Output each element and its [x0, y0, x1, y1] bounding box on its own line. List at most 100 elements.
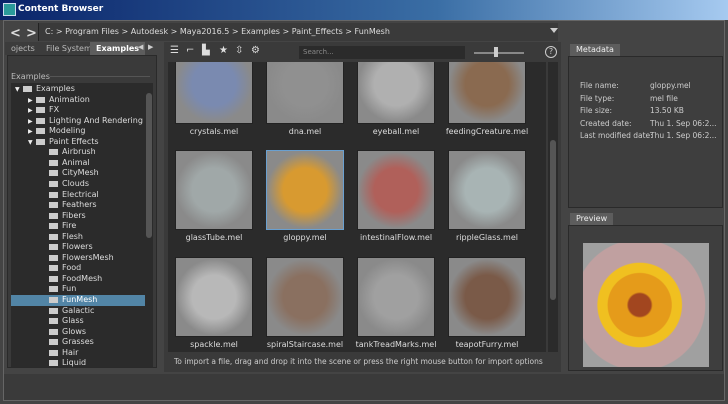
tree-item[interactable]: Liquid [11, 358, 145, 367]
tree-item[interactable]: Glows [11, 327, 145, 338]
file-item[interactable]: spiralStaircase.mel [261, 257, 349, 349]
tree-item[interactable]: ▶ Modeling [11, 126, 145, 137]
file-thumbnail[interactable] [448, 257, 526, 337]
tree-item[interactable]: Electrical [11, 190, 145, 201]
folder-icon [49, 328, 58, 335]
tab-projects[interactable]: ojects [5, 42, 41, 55]
tree-item[interactable]: Fibers [11, 211, 145, 222]
grid-scroll-thumb[interactable] [550, 140, 556, 300]
folder-icon [49, 149, 58, 156]
back-icon[interactable]: < [10, 26, 21, 41]
list-view-icon[interactable]: ☰ [170, 45, 179, 56]
file-item[interactable]: intestinalFlow.mel [352, 150, 440, 242]
file-name: intestinalFlow.mel [359, 233, 433, 242]
slider-handle[interactable] [494, 47, 498, 57]
metadata-value: gloppy.mel [650, 81, 691, 90]
window-title: Content Browser [18, 4, 104, 14]
tree-scroll-thumb[interactable] [146, 93, 152, 238]
breadcrumb[interactable]: C: > Program Files > Autodesk > Maya2016… [38, 23, 558, 41]
folder-icon [36, 107, 45, 114]
metadata-label: File type: [580, 93, 615, 103]
file-item[interactable]: glassTube.mel [170, 150, 258, 242]
file-thumbnail[interactable] [266, 257, 344, 337]
metadata-label: File name: [580, 81, 619, 90]
thumbnail-size-slider[interactable] [474, 52, 524, 54]
tree-item-label: Fibers [62, 210, 86, 220]
tree-item[interactable]: ▶ FX [11, 105, 145, 116]
file-item[interactable]: eyeball.mel [352, 62, 440, 136]
tree-item[interactable]: Feathers [11, 200, 145, 211]
file-thumbnail[interactable] [357, 150, 435, 230]
tree-item[interactable]: ▶ Lighting And Rendering [11, 116, 145, 127]
file-item[interactable]: spackle.mel [170, 257, 258, 349]
file-thumbnail[interactable] [448, 62, 526, 124]
tree-item[interactable]: CityMesh [11, 168, 145, 179]
tree-item[interactable]: Galactic [11, 306, 145, 317]
metadata-value: Thu 1. Sep 06:2... [650, 118, 717, 128]
folder-icon [49, 307, 58, 314]
tab-metadata[interactable]: Metadata [570, 44, 620, 56]
status-text: To import a file, drag and drop it into … [174, 357, 543, 366]
tree-item[interactable]: Glass [11, 316, 145, 327]
search-input[interactable]: Search... [299, 46, 465, 59]
metadata-value: mel file [650, 93, 678, 103]
tree-item[interactable]: Hair [11, 348, 145, 359]
tab-preview[interactable]: Preview [570, 213, 614, 225]
tree-item-label: CityMesh [62, 168, 99, 178]
tree-item[interactable]: ▼ Examples [11, 84, 145, 95]
tree-item[interactable]: Fire [11, 221, 145, 232]
file-grid: crystals.mel dna.mel eyeball.mel feedingCre… [168, 62, 546, 352]
file-thumbnail[interactable] [266, 150, 344, 230]
tree-item[interactable]: Animal [11, 158, 145, 169]
tree-item-label: Examples [36, 84, 75, 93]
tree-item[interactable]: ▼ Paint Effects [11, 137, 145, 148]
folder-icon [23, 86, 32, 92]
tree-item[interactable]: FoodMesh [11, 274, 145, 285]
file-item[interactable]: gloppy.mel [261, 150, 349, 242]
new-folder-icon[interactable]: ▙ [202, 45, 210, 56]
tab-scroll-right-icon[interactable]: ▶ [148, 43, 153, 51]
file-item[interactable]: crystals.mel [170, 62, 258, 136]
favorite-star-icon[interactable]: ★ [219, 45, 228, 56]
file-name: teapotFurry.mel [455, 340, 519, 349]
tree-item[interactable]: Clouds [11, 179, 145, 190]
file-thumbnail[interactable] [357, 257, 435, 337]
tree-item[interactable]: Flowers [11, 242, 145, 253]
file-item[interactable]: rippleGlass.mel [443, 150, 531, 242]
file-thumbnail[interactable] [175, 62, 253, 124]
file-thumbnail[interactable] [266, 62, 344, 124]
folder-icon [36, 117, 45, 124]
parent-folder-icon[interactable]: ⌐ [186, 45, 194, 56]
forward-icon[interactable]: > [26, 26, 37, 41]
tree-item[interactable]: Airbrush [11, 147, 145, 158]
file-thumbnail[interactable] [448, 150, 526, 230]
file-item[interactable]: teapotFurry.mel [443, 257, 531, 349]
sort-icon[interactable]: ⇳ [235, 45, 243, 56]
tree-item[interactable]: ▶ Animation [11, 95, 145, 106]
tree-item[interactable]: Flesh [11, 232, 145, 243]
file-thumbnail[interactable] [357, 62, 435, 124]
file-name: tankTreadMarks.mel [355, 340, 437, 349]
help-icon[interactable]: ? [545, 46, 557, 58]
metadata-label: Created date: [580, 118, 632, 128]
file-thumbnail[interactable] [175, 150, 253, 230]
tree-item-label: Feathers [62, 200, 97, 210]
chevron-down-icon[interactable] [550, 28, 558, 33]
tab-examples[interactable]: Examples [90, 42, 146, 55]
tree-item-label: Flowers [62, 242, 93, 252]
tree-item[interactable]: Grasses [11, 337, 145, 348]
tab-scroll-left-icon[interactable]: ◀ [138, 43, 143, 51]
file-item[interactable]: dna.mel [261, 62, 349, 136]
tree-item[interactable]: Food [11, 263, 145, 274]
file-item[interactable]: tankTreadMarks.mel [352, 257, 440, 349]
file-thumbnail[interactable] [175, 257, 253, 337]
file-name: gloppy.mel [283, 233, 327, 242]
tree-item[interactable]: FunMesh [11, 295, 145, 306]
file-item[interactable]: feedingCreature.mel [443, 62, 531, 136]
tree-item-label: Paint Effects [49, 136, 99, 146]
tree-item[interactable]: Fun [11, 284, 145, 295]
folder-icon [49, 349, 58, 356]
tree-item[interactable]: FlowersMesh [11, 253, 145, 264]
gear-icon[interactable]: ⚙ [251, 45, 260, 56]
metadata-label: File size: [580, 106, 613, 115]
